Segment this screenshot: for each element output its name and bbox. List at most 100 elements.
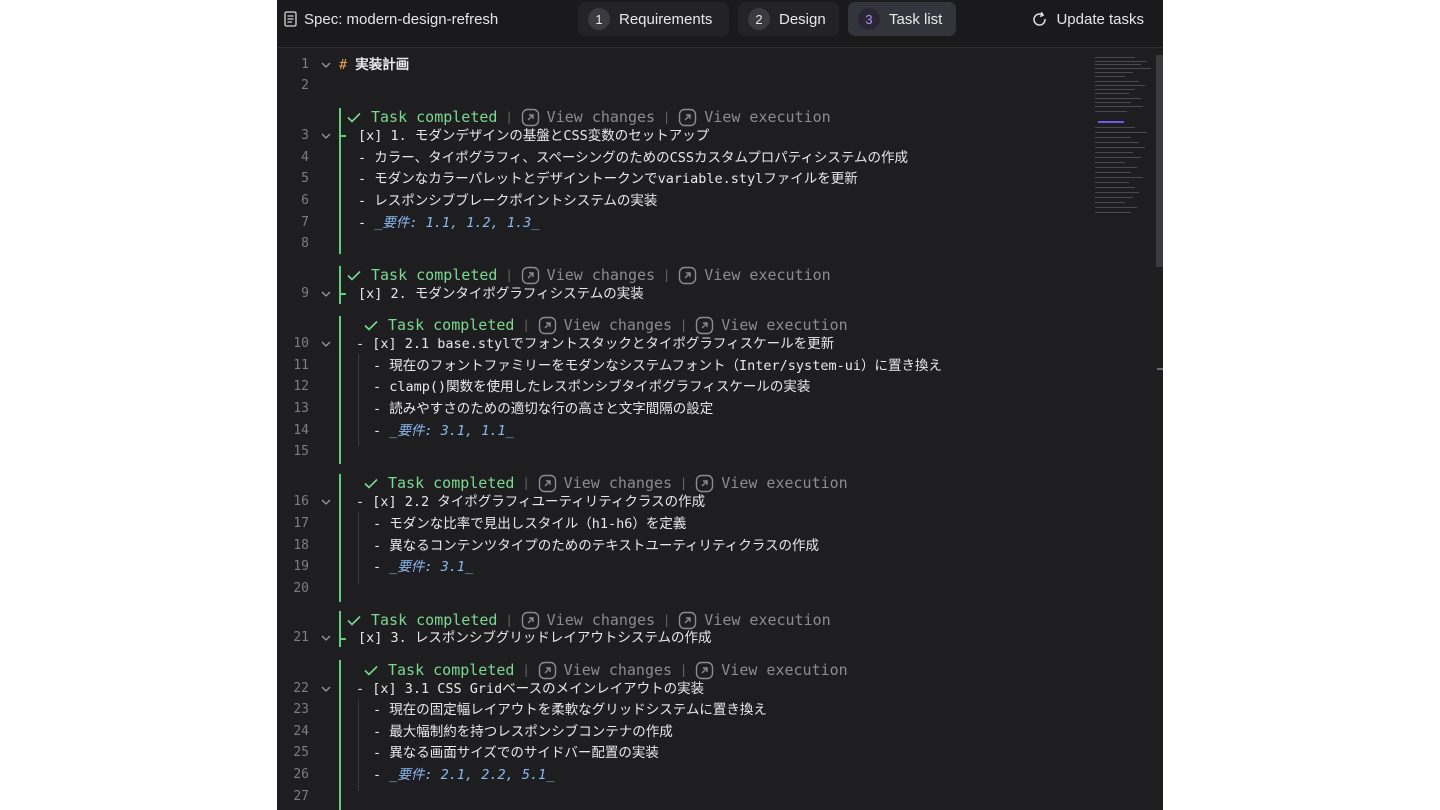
code-line: - clamp()関数を使用したレスポンシブタイポグラフィスケールの実装 [373, 379, 811, 395]
fold-chevron-icon[interactable] [320, 679, 332, 699]
view-execution-icon [696, 316, 714, 334]
requirement-ref: _要件: 3.1_ [389, 559, 474, 575]
checkmark-icon [364, 478, 378, 489]
view-execution-label: View execution [721, 474, 848, 492]
editor-area[interactable]: 1 # 実装計画 2 Task completed | View changes… [277, 48, 1163, 810]
view-changes-link[interactable]: View changes [538, 474, 672, 493]
task-completed-label: Task completed [371, 611, 498, 629]
fold-chevron-icon[interactable] [320, 284, 332, 304]
view-execution-link[interactable]: View execution [695, 316, 848, 335]
line-number: 8 [301, 236, 309, 251]
task-codelens: Task completed | View changes | View exe… [364, 660, 848, 680]
tab-design[interactable]: 2 Design [738, 2, 839, 36]
code-line: - [x] 2.2 タイポグラフィユーティリティクラスの作成 [356, 494, 706, 510]
minimap-line [1095, 127, 1135, 128]
minimap-line [1095, 61, 1147, 62]
code-line: - モダンな比率で見出しスタイル（h1-h6）を定義 [373, 516, 687, 532]
list-dash: - [358, 215, 375, 231]
minimap-line [1095, 72, 1133, 73]
minimap-line [1095, 192, 1139, 193]
view-execution-label: View execution [721, 316, 848, 334]
view-execution-link[interactable]: View execution [678, 108, 831, 127]
list-dash: - [373, 423, 390, 439]
fold-chevron-icon[interactable] [320, 334, 332, 354]
fold-chevron-icon[interactable] [320, 126, 332, 146]
view-changes-label: View changes [546, 266, 656, 284]
tab-requirements[interactable]: 1 Requirements [578, 2, 729, 36]
separator: | [680, 318, 688, 332]
view-execution-label: View execution [704, 266, 831, 284]
separator: | [522, 318, 530, 332]
line-number: 23 [293, 702, 309, 717]
scrollbar-thumb[interactable] [1156, 55, 1163, 267]
view-execution-icon [679, 611, 697, 629]
line-number: 26 [293, 767, 309, 782]
tab-number: 2 [748, 8, 770, 30]
line-number: 3 [301, 128, 309, 143]
minimap-line [1095, 147, 1145, 148]
separator: | [680, 476, 688, 490]
view-changes-link[interactable]: View changes [538, 661, 672, 680]
task-gutter-bar [339, 266, 341, 304]
task-completed-label: Task completed [388, 474, 515, 492]
task-gutter-bracket [339, 135, 346, 137]
code-line: - 読みやすさのための適切な行の高さと文字間隔の設定 [373, 401, 714, 417]
minimap-line [1095, 64, 1141, 65]
heading-text: 実装計画 [355, 57, 410, 73]
checkmark-icon [347, 615, 361, 626]
fold-chevron-icon[interactable] [320, 628, 332, 648]
minimap-line [1095, 81, 1139, 82]
minimap-line [1095, 76, 1125, 77]
refresh-icon [1033, 11, 1047, 26]
code-line: # 実装計画 [339, 55, 409, 75]
view-execution-label: View execution [704, 611, 831, 629]
minimap-line [1095, 85, 1145, 86]
view-changes-link[interactable]: View changes [521, 611, 655, 630]
minimap-highlight [1098, 121, 1124, 123]
code-line: - _要件: 1.1, 1.2, 1.3_ [358, 213, 539, 233]
update-tasks-button[interactable]: Update tasks [1031, 9, 1144, 29]
minimap[interactable] [1095, 55, 1157, 225]
view-changes-icon [538, 316, 556, 334]
view-changes-icon [521, 266, 539, 284]
minimap-line [1095, 137, 1131, 138]
view-execution-link[interactable]: View execution [678, 266, 831, 285]
minimap-line [1095, 152, 1133, 153]
code-line: - 異なる画面サイズでのサイドバー配置の実装 [373, 745, 659, 761]
document-icon [284, 11, 297, 27]
view-execution-link[interactable]: View execution [678, 611, 831, 630]
view-changes-link[interactable]: View changes [521, 108, 655, 127]
fold-chevron-icon[interactable] [320, 492, 332, 512]
line-number: 2 [301, 78, 309, 93]
task-codelens: Task completed | View changes | View exe… [347, 265, 831, 285]
checkmark-icon [364, 665, 378, 676]
view-execution-link[interactable]: View execution [695, 661, 848, 680]
spec-title-text: Spec: modern-design-refresh [304, 10, 499, 28]
task-codelens: Task completed | View changes | View exe… [347, 610, 831, 630]
minimap-line [1095, 182, 1129, 183]
view-changes-link[interactable]: View changes [521, 266, 655, 285]
minimap-line [1095, 111, 1127, 112]
task-gutter-bar [339, 660, 341, 810]
requirement-ref: _要件: 1.1, 1.2, 1.3_ [374, 215, 540, 231]
code-line: - [x] 3.1 CSS Gridベースのメインレイアウトの実装 [356, 681, 705, 697]
code-line: [x] 1. モダンデザインの基盤とCSS変数のセットアップ [358, 128, 710, 144]
view-execution-label: View execution [704, 108, 831, 126]
list-dash: - [373, 559, 390, 575]
indent-guide [358, 354, 359, 446]
view-changes-link[interactable]: View changes [538, 316, 672, 335]
separator: | [680, 663, 688, 677]
view-execution-link[interactable]: View execution [695, 474, 848, 493]
fold-chevron-icon[interactable] [320, 55, 332, 75]
code-line: - _要件: 2.1, 2.2, 5.1_ [373, 765, 554, 785]
top-bar: Spec: modern-design-refresh 1 Requiremen… [277, 0, 1163, 48]
view-changes-icon [538, 474, 556, 492]
tab-task-list[interactable]: 3 Task list [848, 2, 956, 36]
view-execution-icon [679, 108, 697, 126]
separator: | [522, 663, 530, 677]
view-execution-icon [696, 474, 714, 492]
line-number: 21 [293, 630, 309, 645]
code-line: - _要件: 3.1, 1.1_ [373, 421, 514, 441]
separator: | [663, 268, 671, 282]
line-number: 7 [301, 215, 309, 230]
